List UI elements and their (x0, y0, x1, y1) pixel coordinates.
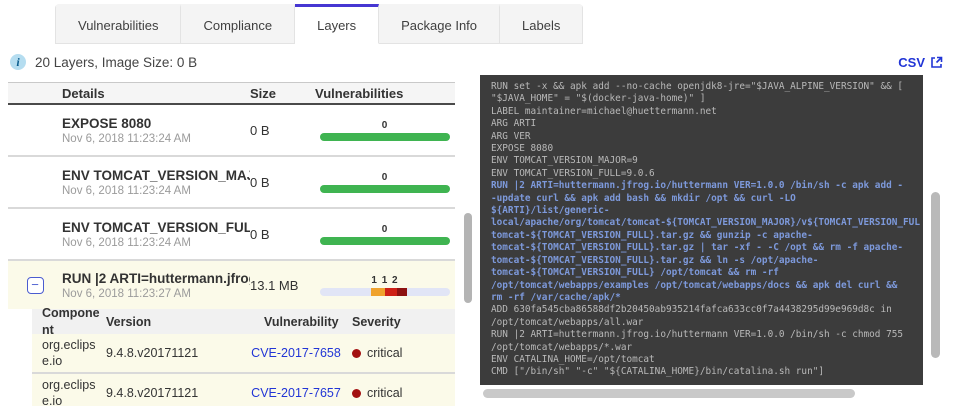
dockerfile-line: rm -rf /var/cache/apk/* (491, 291, 621, 303)
col-size: Size (250, 85, 277, 101)
table-row[interactable]: ENV TOMCAT_VERSION_MAJ... Nov 6, 2018 11… (8, 157, 455, 209)
component-name: org.eclipse.io (42, 377, 96, 406)
dockerfile-line: tomcat-${TOMCAT_VERSION_FULL}.tar.gz && … (491, 229, 813, 241)
table-row[interactable]: ENV TOMCAT_VERSION_FULL... Nov 6, 2018 1… (8, 209, 455, 261)
severity-label: critical (367, 346, 403, 360)
vuln-count: 1 1 2 (371, 274, 399, 286)
severity-dot (352, 388, 361, 398)
vuln-count: 0 (381, 119, 389, 131)
info-row: i 20 Layers, Image Size: 0 B CSV (10, 50, 943, 74)
dockerfile-line: ENV TOMCAT_VERSION_FULL=9.0.6 (491, 167, 655, 179)
vuln-count: 0 (381, 223, 389, 235)
layer-size: 0 B (250, 226, 270, 242)
component-version: 9.4.8.v20171121 (106, 386, 199, 400)
dockerfile-line: local/apache/org/tomcat/tomcat-${TOMCAT_… (491, 217, 920, 229)
cve-link[interactable]: CVE-2017-7657 (251, 386, 341, 400)
dockerfile-line: tomcat-${TOMCAT_VERSION_FULL}.tar.gz && … (491, 254, 819, 266)
info-icon: i (10, 54, 26, 70)
vulnerability-row: org.eclipse.io 9.4.8.v20171121 CVE-2017-… (32, 334, 455, 374)
vuln-bar (320, 236, 450, 245)
layer-size: 0 B (250, 174, 270, 190)
layers-table-header: Details Size Vulnerabilities (8, 82, 455, 105)
dockerfile-line: EXPOSE 8080 (491, 143, 554, 155)
tab-package-info[interactable]: Package Info (379, 4, 501, 44)
vuln-bar (320, 287, 450, 296)
table-row[interactable]: EXPOSE 8080 Nov 6, 2018 11:23:24 AM 0 B … (8, 105, 455, 157)
dockerfile-line: RUN |2 ARTI=huttermann.jfrog.io/hutterma… (491, 180, 904, 192)
layer-size: 0 B (250, 122, 270, 138)
vuln-count: 0 (381, 171, 389, 183)
dockerfile-panel: RUN set -x && apk add --no-cache openjdk… (480, 75, 923, 385)
dockerfile-line: ADD 630fa545cba86588df2b20450ab935214faf… (491, 304, 892, 316)
dockerfile-line: -update curl && apk add bash && mkdir /o… (491, 192, 796, 204)
vulnerabilities-sub-table: Component Version Vulnerability Severity… (32, 306, 455, 406)
col-details: Details (62, 85, 105, 101)
cve-link[interactable]: CVE-2017-7658 (251, 346, 341, 360)
collapse-layer-button[interactable]: − (26, 276, 44, 294)
vuln-bar (320, 184, 450, 193)
layer-date: Nov 6, 2018 11:23:24 AM (62, 132, 191, 145)
table-row[interactable]: − RUN |2 ARTI=huttermann.jfrog.i... Nov … (8, 261, 455, 309)
dockerfile-line: ARG ARTI (491, 118, 537, 130)
left-panel-scrollbar[interactable] (464, 213, 472, 303)
tab-vulnerabilities[interactable]: Vulnerabilities (55, 4, 182, 44)
severity-dot (352, 348, 361, 358)
col-vulnerabilities: Vulnerabilities (315, 85, 404, 101)
csv-label: CSV (898, 54, 925, 70)
vulnerability-row: org.eclipse.io 9.4.8.v20171121 CVE-2017-… (32, 374, 455, 406)
layers-summary: 20 Layers, Image Size: 0 B (35, 54, 198, 70)
dockerfile-line: "$JAVA_HOME" = "$(docker-java-home)" ] (491, 93, 706, 105)
col-component: Component (42, 306, 100, 337)
tab-layers[interactable]: Layers (295, 4, 380, 44)
dockerfile-line: ENV TOMCAT_VERSION_MAJOR=9 (491, 155, 638, 167)
component-name: org.eclipse.io (42, 337, 96, 368)
dockerfile-line: ARG VER (491, 130, 531, 142)
dockerfile-line: /opt/tomcat/webapps/all.war (491, 316, 644, 328)
dockerfile-line: ${ARTI}/list/generic- (491, 205, 610, 217)
dockerfile-line: /opt/tomcat/webapps/*.war (491, 341, 633, 353)
terminal-vertical-scrollbar[interactable] (931, 192, 940, 358)
dockerfile-line: tomcat-${TOMCAT_VERSION_FULL} /opt/tomca… (491, 267, 779, 279)
layers-view: Vulnerabilities Compliance Layers Package I… (0, 0, 953, 406)
dockerfile-line: /opt/tomcat/webapps/examples /opt/tomcat… (491, 279, 898, 291)
sub-table-header: Component Version Vulnerability Severity (32, 306, 455, 337)
layers-table: Details Size Vulnerabilities EXPOSE 8080… (8, 82, 455, 406)
vuln-bar (320, 132, 450, 141)
tab-labels[interactable]: Labels (500, 4, 584, 44)
dockerfile-line: RUN set -x && apk add --no-cache openjdk… (491, 81, 904, 92)
layer-size: 13.1 MB (250, 277, 299, 293)
tab-compliance[interactable]: Compliance (181, 4, 296, 44)
layer-date: Nov 6, 2018 11:23:24 AM (62, 236, 191, 249)
layer-title: RUN |2 ARTI=huttermann.jfrog.i... (62, 270, 250, 286)
layer-title: ENV TOMCAT_VERSION_FULL... (62, 219, 250, 235)
csv-export-link[interactable]: CSV (898, 55, 943, 70)
dockerfile-line: RUN |2 ARTI=huttermann.jfrog.io/hutterma… (491, 329, 904, 341)
dockerfile-line: tomcat-${TOMCAT_VERSION_FULL}.tar.gz | t… (491, 242, 904, 254)
col-severity: Severity (352, 314, 401, 329)
dockerfile-line: LABEL maintainer=michael@huettermann.net (491, 105, 717, 117)
component-version: 9.4.8.v20171121 (106, 346, 199, 360)
layer-title: ENV TOMCAT_VERSION_MAJ... (62, 167, 250, 183)
dockerfile-line: ENV CATALINA_HOME=/opt/tomcat (491, 353, 655, 365)
tab-bar: Vulnerabilities Compliance Layers Package I… (55, 4, 584, 44)
col-version: Version (106, 314, 152, 329)
export-icon (931, 56, 943, 68)
terminal-horizontal-scrollbar[interactable] (483, 389, 855, 398)
layer-title: EXPOSE 8080 (62, 115, 152, 131)
col-vulnerability: Vulnerability (264, 314, 339, 329)
layer-date: Nov 6, 2018 11:23:27 AM (62, 287, 191, 300)
severity-label: critical (367, 386, 403, 400)
layer-date: Nov 6, 2018 11:23:24 AM (62, 184, 191, 197)
dockerfile-line: CMD ["/bin/sh" "-c" "${CATALINA_HOME}/bi… (491, 366, 825, 378)
